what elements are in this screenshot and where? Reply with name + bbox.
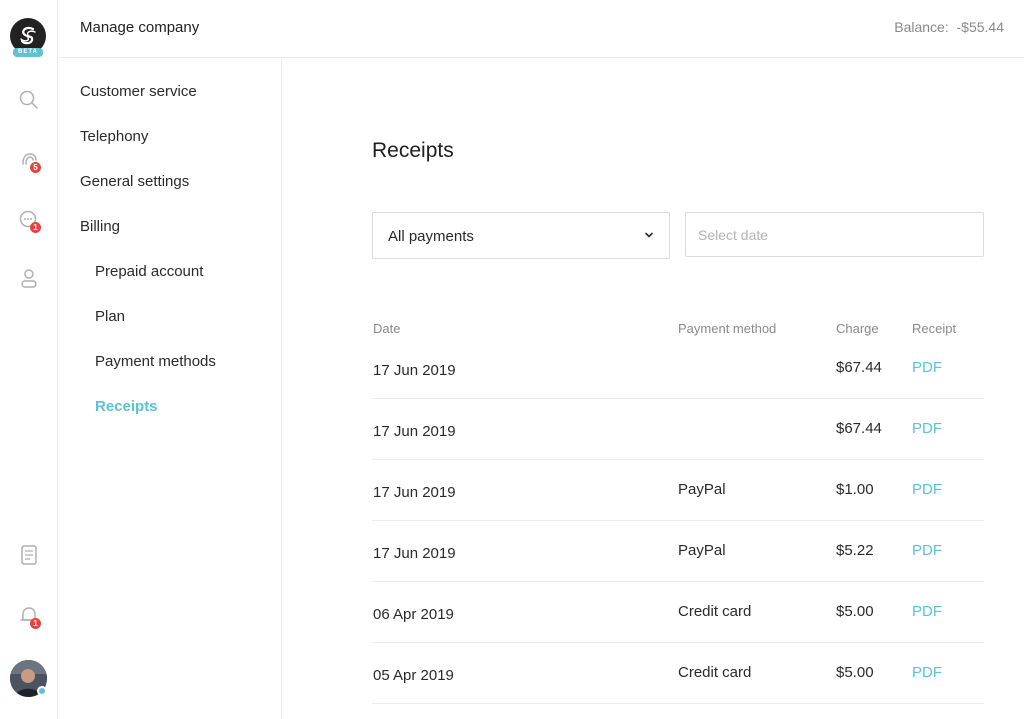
table-row: 06 Apr 2019 Credit card $5.00 PDF (372, 582, 984, 643)
table-row: 17 Jun 2019 $67.44 PDF (372, 399, 984, 460)
search-icon[interactable] (17, 88, 41, 112)
page-header-title: Manage company (80, 19, 200, 36)
row-charge: $5.00 (836, 603, 874, 620)
notifications-count-badge: 1 (30, 618, 41, 629)
row-charge: $67.44 (836, 420, 882, 437)
nav-plan[interactable]: Plan (95, 308, 125, 325)
nav-payment-methods[interactable]: Payment methods (95, 353, 216, 370)
column-header-payment-method: Payment method (678, 321, 777, 336)
row-date: 17 Jun 2019 (373, 545, 456, 562)
column-header-date: Date (373, 321, 401, 336)
page-title: Receipts (372, 139, 454, 162)
row-payment-method: PayPal (678, 542, 726, 559)
table-row: 17 Jun 2019 PayPal $1.00 PDF (372, 460, 984, 521)
row-charge: $5.22 (836, 542, 874, 559)
row-date: 05 Apr 2019 (373, 667, 454, 684)
payment-filter-value: All payments (388, 228, 474, 245)
row-date: 06 Apr 2019 (373, 606, 454, 623)
row-date: 17 Jun 2019 (373, 484, 456, 501)
beta-badge: BETA (13, 48, 43, 57)
settings-nav: Customer service Telephony General setti… (58, 59, 282, 719)
pdf-receipt-link[interactable]: PDF (912, 664, 942, 681)
column-header-receipt: Receipt (912, 321, 957, 336)
column-header-charge: Charge (836, 321, 879, 336)
row-payment-method: PayPal (678, 481, 726, 498)
pdf-receipt-link[interactable]: PDF (912, 359, 942, 376)
table-row: 17 Jun 2019 $67.44 PDF (372, 338, 984, 399)
date-picker-input[interactable] (685, 212, 984, 257)
calls-nav[interactable]: 5 (17, 148, 41, 176)
chat-count-badge: 1 (30, 222, 41, 233)
row-charge: $5.00 (836, 664, 874, 681)
nav-prepaid-account[interactable]: Prepaid account (95, 263, 203, 280)
row-charge: $67.44 (836, 359, 882, 376)
nav-customer-service[interactable]: Customer service (80, 83, 197, 100)
pdf-receipt-link[interactable]: PDF (912, 420, 942, 437)
nav-billing[interactable]: Billing (80, 218, 120, 235)
top-header: Manage company Balance: -$55.44 (58, 0, 1024, 58)
nav-receipts[interactable]: Receipts (95, 398, 158, 415)
app-logo[interactable]: BETA (10, 18, 46, 58)
row-payment-method: Credit card (678, 603, 752, 620)
nav-general-settings[interactable]: General settings (80, 173, 189, 190)
payment-filter-select[interactable]: All payments (372, 212, 670, 259)
pdf-receipt-link[interactable]: PDF (912, 481, 942, 498)
table-row: 17 Jun 2019 PayPal $5.22 PDF (372, 521, 984, 582)
row-date: 17 Jun 2019 (373, 362, 456, 379)
row-date: 17 Jun 2019 (373, 423, 456, 440)
main-content: Receipts All payments Date Payment metho… (282, 59, 1024, 719)
notifications-nav[interactable]: 1 (17, 603, 41, 631)
row-payment-method: Credit card (678, 664, 752, 681)
table-row: 05 Apr 2019 Credit card $5.00 PDF (372, 643, 984, 704)
chevron-down-icon (645, 232, 653, 238)
balance: Balance: -$55.44 (894, 19, 1004, 35)
user-icon[interactable] (17, 266, 41, 290)
nav-telephony[interactable]: Telephony (80, 128, 148, 145)
icon-rail: BETA 5 1 1 (0, 0, 58, 719)
receipt-icon[interactable] (17, 543, 41, 567)
pdf-receipt-link[interactable]: PDF (912, 603, 942, 620)
online-status-dot (37, 686, 47, 696)
pdf-receipt-link[interactable]: PDF (912, 542, 942, 559)
balance-value: -$55.44 (956, 19, 1004, 35)
chat-nav[interactable]: 1 (17, 208, 41, 236)
balance-label: Balance: (894, 19, 949, 35)
row-charge: $1.00 (836, 481, 874, 498)
calls-count-badge: 5 (30, 162, 41, 173)
